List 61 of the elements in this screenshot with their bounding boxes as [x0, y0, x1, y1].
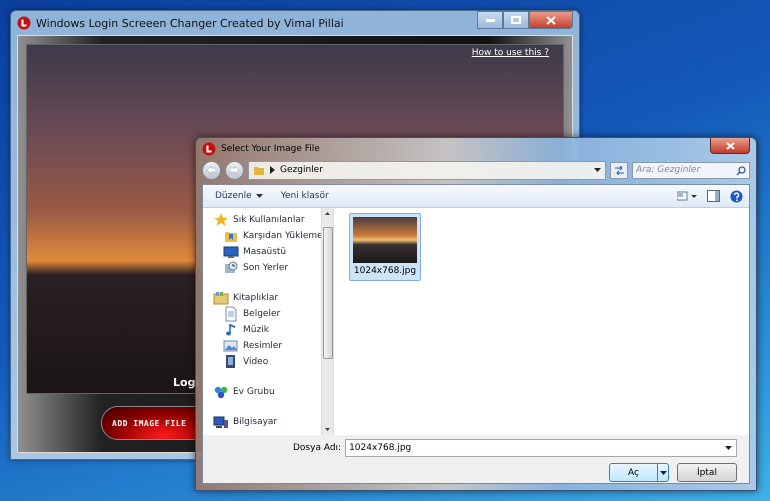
- refresh-button[interactable]: [610, 162, 628, 178]
- nav-item[interactable]: Resimler: [203, 338, 321, 354]
- search-icon: [736, 166, 746, 176]
- recent-places-icon: [223, 260, 239, 276]
- nav-item[interactable]: Son Yerler: [203, 260, 321, 276]
- dialog-title: Select Your Image File: [221, 144, 320, 154]
- up-arrow-icon: [325, 212, 330, 215]
- close-button[interactable]: [529, 11, 573, 29]
- homegroup-icon: [213, 384, 229, 400]
- document-icon: [223, 306, 239, 322]
- minimize-button[interactable]: [477, 11, 503, 29]
- scrollbar[interactable]: [321, 208, 333, 435]
- close-icon: [546, 16, 556, 24]
- nav-item[interactable]: Kitaplıklar: [203, 290, 321, 306]
- window-title: Windows Login Screeen Changer Created by Vimal Pillai: [36, 16, 344, 30]
- caret-icon: [660, 470, 666, 474]
- minimize-icon: [486, 18, 494, 22]
- nav-item[interactable]: Karşıdan Yükleme: [203, 228, 321, 244]
- file-item[interactable]: 1024x768.jpg: [349, 213, 421, 281]
- dropdown-arrow-icon: [594, 168, 601, 172]
- preview-pane-icon[interactable]: [707, 190, 720, 202]
- organize-menu[interactable]: Düzenle: [209, 189, 269, 203]
- arrows-icon: [614, 166, 624, 174]
- cancel-button[interactable]: İptal: [677, 463, 737, 482]
- dropdown-arrow-icon: [725, 446, 732, 450]
- library-icon: [213, 290, 229, 306]
- breadcrumb-item[interactable]: Gezginler: [280, 165, 323, 175]
- caret-icon: [256, 194, 263, 198]
- nav-item[interactable]: Belgeler: [203, 306, 321, 322]
- folder-icon: [253, 164, 265, 176]
- address-bar[interactable]: Gezginler: [248, 160, 606, 180]
- file-name-label: Dosya Adı:: [293, 443, 342, 453]
- star-icon: [213, 212, 229, 228]
- open-button[interactable]: Aç: [609, 463, 669, 482]
- app-logo-icon: [202, 142, 216, 156]
- nav-item[interactable]: Video: [203, 354, 321, 370]
- monitor-icon: [223, 244, 239, 260]
- down-arrow-icon: [325, 428, 330, 431]
- nav-item[interactable]: Masaüstü: [203, 244, 321, 260]
- nav-item[interactable]: Bilgisayar: [203, 414, 321, 430]
- right-arrow-icon: [230, 166, 239, 174]
- nav-item[interactable]: Ev Grubu: [203, 384, 321, 400]
- close-button[interactable]: [710, 138, 750, 154]
- close-icon: [726, 142, 734, 150]
- forward-button[interactable]: [225, 160, 244, 180]
- maximize-button[interactable]: [503, 11, 529, 29]
- app-logo-icon: [17, 16, 31, 30]
- help-link[interactable]: How to use this ?: [472, 48, 549, 58]
- help-icon[interactable]: [730, 190, 743, 202]
- nav-item[interactable]: Müzik: [203, 322, 321, 338]
- nav-item[interactable]: Sık Kullanılanlar: [203, 212, 321, 228]
- maximize-icon: [511, 16, 521, 24]
- picture-icon: [223, 338, 239, 354]
- preview-caption: Logi: [173, 376, 200, 389]
- back-button[interactable]: [202, 160, 221, 180]
- view-options-icon[interactable]: [677, 191, 697, 201]
- file-name-field[interactable]: 1024x768.jpg: [345, 439, 737, 457]
- left-arrow-icon: [207, 166, 216, 174]
- computer-icon: [213, 414, 229, 430]
- chevron-icon: [270, 166, 275, 174]
- new-folder-button[interactable]: Yeni klasör: [274, 189, 335, 203]
